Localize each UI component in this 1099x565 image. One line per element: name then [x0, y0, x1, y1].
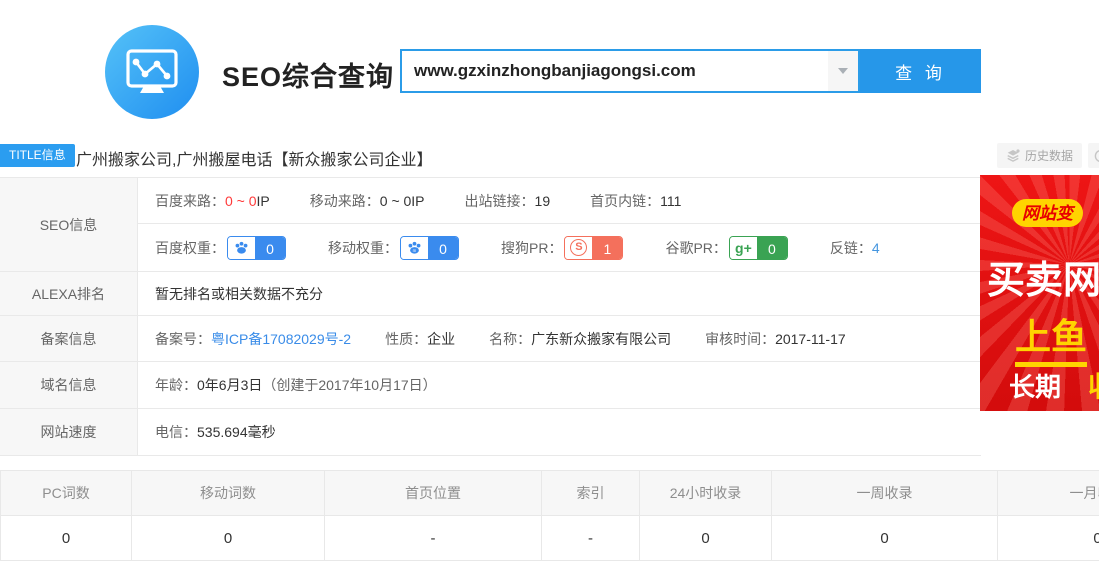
svg-text:m: m [413, 248, 417, 253]
page-title: SEO综合查询 [222, 55, 394, 94]
seo-monitor-chart-icon [104, 24, 200, 120]
icp-audit-time: 审核时间：2017-11-17 [705, 329, 846, 349]
speed-row: 网站速度 电信：535.694毫秒 [0, 409, 981, 456]
ad-footline-extra: 收 [1088, 365, 1099, 405]
google-pr: 谷歌PR： g+ 0 [665, 236, 787, 260]
baidu-paw-icon [234, 240, 249, 255]
google-plus-icon: g+ [735, 240, 752, 256]
month-collect-value: 0 [998, 516, 1099, 560]
alexa-row: ALEXA排名 暂无排名或相关数据不充分 [0, 272, 981, 316]
row-label-speed: 网站速度 [0, 409, 138, 455]
mobile-traffic: 移动来路：0 ~ 0 IP [310, 191, 425, 211]
icp-nature: 性质：企业 [385, 329, 455, 349]
pc-words-value: 0 [0, 516, 132, 560]
clock-icon [1094, 149, 1099, 163]
keyword-stats-table: PC词数 移动词数 首页位置 索引 24小时收录 一周收录 一月收录 0 0 -… [0, 470, 1099, 561]
icp-row: 备案信息 备案号： 粤ICP备17082029号-2 性质：企业 名称：广东新众… [0, 316, 981, 362]
history-data-label: 历史数据 [1025, 147, 1073, 164]
outbound-links: 出站链接：19 [465, 191, 551, 211]
week-collect-value: 0 [772, 516, 998, 560]
mobile-weight: 移动权重： m 0 [328, 236, 459, 260]
domain-age: 年龄： 0年6月3日 （创建于2017年10月17日） [155, 375, 437, 395]
ad-footline: 长期 [1009, 367, 1061, 404]
col-header-mobile-words: 移动词数 [132, 471, 325, 515]
baidu-weight-badge[interactable]: 0 [227, 236, 286, 260]
icp-number: 备案号： 粤ICP备17082029号-2 [155, 329, 351, 349]
mobile-words-value: 0 [132, 516, 325, 560]
title-info-badge: TITLE信息 [0, 144, 75, 167]
query-button[interactable]: 查 询 [860, 49, 981, 93]
index-value: - [542, 516, 640, 560]
google-pr-badge[interactable]: g+ 0 [729, 236, 788, 260]
ad-banner[interactable]: 网站变 买卖网 上鱼 长期 收 [980, 175, 1099, 411]
icp-company-name: 名称：广东新众搬家有限公司 [489, 329, 671, 349]
backlinks: 反链： 4 [830, 238, 880, 258]
sogou-pr: 搜狗PR： S 1 [501, 236, 623, 260]
col-header-pc-words: PC词数 [0, 471, 132, 515]
row-label-icp: 备案信息 [0, 316, 138, 361]
search-history-dropdown[interactable] [828, 51, 858, 91]
sogou-pr-badge[interactable]: S 1 [564, 236, 623, 260]
col-header-index: 索引 [542, 471, 640, 515]
site-title-text: 广州搬家公司,广州搬屋电话【新众搬家公司企业】 [76, 146, 432, 170]
ad-badge-pill: 网站变 [1012, 199, 1083, 227]
collect-24h-value: 0 [640, 516, 772, 560]
backlinks-value[interactable]: 4 [872, 240, 880, 256]
icp-number-link[interactable]: 粤ICP备17082029号-2 [211, 329, 351, 349]
seo-info-row: SEO信息 百度来路：0 ~ 0 IP 移动来路：0 ~ 0 IP 出站链接：1… [0, 178, 981, 272]
col-header-week-collect: 一周收录 [772, 471, 998, 515]
search-box [400, 49, 860, 93]
sogou-icon: S [570, 239, 587, 256]
telecom-speed: 电信：535.694毫秒 [155, 422, 276, 442]
col-header-month-collect: 一月收录 [998, 471, 1099, 515]
mobile-paw-icon: m [407, 240, 422, 255]
caret-down-icon [838, 68, 848, 74]
col-header-24h-collect: 24小时收录 [640, 471, 772, 515]
alexa-text: 暂无排名或相关数据不充分 [155, 284, 323, 304]
history-data-button[interactable]: 历史数据 [997, 143, 1082, 168]
search-bar: 查 询 [400, 49, 981, 93]
home-position-value: - [325, 516, 542, 560]
keyword-stats-value-row: 0 0 - - 0 0 0 [0, 516, 1099, 561]
search-input[interactable] [402, 51, 828, 91]
row-label-seo: SEO信息 [0, 178, 138, 271]
row-label-domain: 域名信息 [0, 362, 138, 408]
homepage-internal-links: 首页内链：111 [590, 191, 681, 211]
ad-headline: 买卖网 [987, 249, 1099, 304]
col-header-home-position: 首页位置 [325, 471, 542, 515]
ad-subline: 上鱼 [1015, 308, 1087, 367]
baidu-traffic: 百度来路：0 ~ 0 IP [155, 191, 270, 211]
mobile-weight-badge[interactable]: m 0 [400, 236, 459, 260]
baidu-weight: 百度权重： 0 [155, 236, 286, 260]
layers-icon [1006, 149, 1020, 163]
seo-info-table: SEO信息 百度来路：0 ~ 0 IP 移动来路：0 ~ 0 IP 出站链接：1… [0, 177, 981, 456]
domain-row: 域名信息 年龄： 0年6月3日 （创建于2017年10月17日） [0, 362, 981, 409]
row-label-alexa: ALEXA排名 [0, 272, 138, 315]
keyword-stats-header-row: PC词数 移动词数 首页位置 索引 24小时收录 一周收录 一月收录 [0, 471, 1099, 516]
clipped-toolbar-button[interactable] [1088, 143, 1099, 168]
